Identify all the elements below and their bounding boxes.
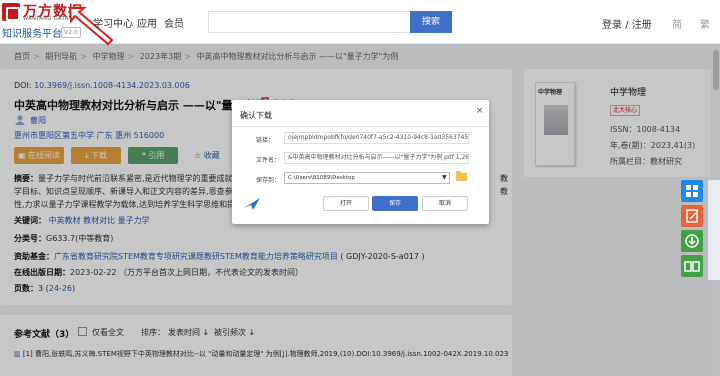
logo-platform-name: 知识服务平台 [2, 29, 62, 40]
logo-subtitle-en: WANFANG DATA [23, 16, 69, 22]
book-button[interactable] [681, 255, 703, 277]
lang-simplified[interactable]: 简 [672, 16, 682, 31]
sidebar-background [708, 180, 720, 280]
nav-apps[interactable]: 应用 [137, 15, 157, 30]
nav-learning-center[interactable]: 学习中心 [93, 15, 133, 30]
filename-field[interactable]: &中英高中物理教材对比分析与启示——以"量子力学"为例.pdf 1,267 KB [284, 152, 469, 164]
edit-button[interactable] [681, 205, 703, 227]
browser-logo-icon [244, 198, 260, 210]
link-label: 链接： [256, 137, 275, 144]
save-to-label: 保存到： [256, 177, 281, 184]
download-dialog: 确认下载 × 链接： ojejmpbldmpobfkfo/de0740f7-a5… [232, 100, 489, 224]
book-icon [684, 261, 700, 272]
dialog-divider [232, 126, 489, 127]
lang-traditional[interactable]: 繁 [700, 16, 710, 31]
wanfang-logo-icon[interactable] [2, 3, 20, 21]
save-button[interactable]: 保存 [372, 196, 418, 211]
link-field[interactable]: ojejmpbldmpobfkfo/de0740f7-a5c2-4310-94c… [284, 132, 469, 144]
login-register-link[interactable]: 登录 / 注册 [602, 16, 652, 31]
top-bar: 万方数据 WANFANG DATA 知识服务平台 V2.0 学习中心 应用 会员… [0, 0, 720, 46]
dialog-title: 确认下载 [240, 111, 272, 120]
search-input[interactable] [208, 11, 410, 33]
download-side-button[interactable] [681, 230, 703, 252]
download-circle-icon [685, 234, 699, 248]
filename-label: 文件名： [256, 157, 281, 164]
close-icon[interactable]: × [476, 106, 484, 116]
grid-icon [686, 185, 698, 197]
grid-button[interactable] [681, 180, 703, 202]
cancel-button[interactable]: 取消 [422, 196, 468, 211]
save-path-select[interactable]: C:\Users\81089\Desktop [284, 172, 450, 184]
edit-icon [686, 209, 698, 223]
chevron-down-icon[interactable]: ▼ [442, 174, 447, 181]
search-button[interactable]: 搜索 [410, 11, 452, 33]
folder-icon[interactable] [456, 171, 467, 181]
nav-membership[interactable]: 会员 [164, 15, 184, 30]
open-button[interactable]: 打开 [323, 196, 369, 211]
